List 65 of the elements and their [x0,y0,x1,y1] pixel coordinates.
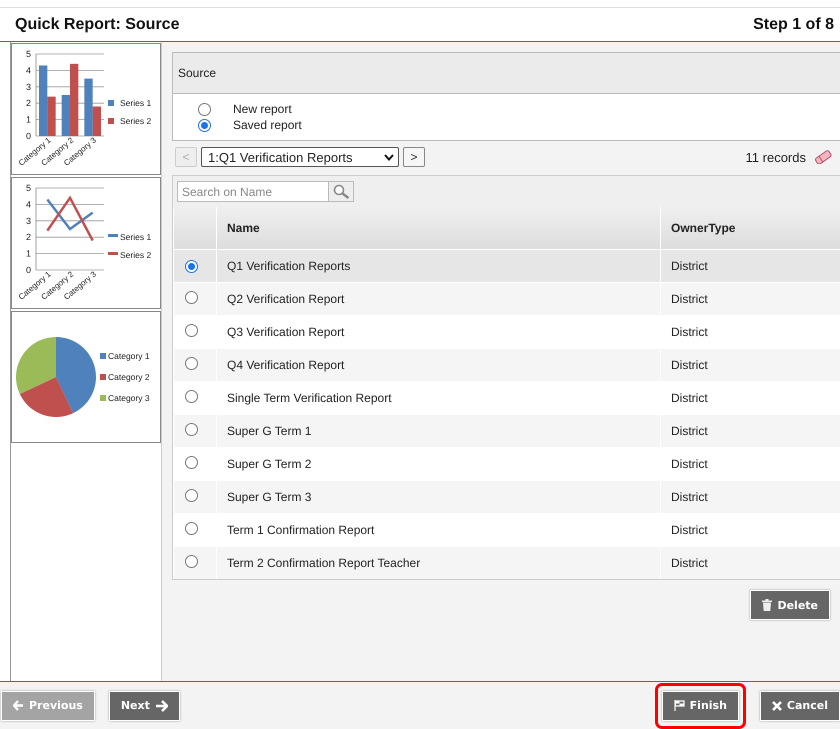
radio-button[interactable] [198,102,211,116]
tick-label: 4 [26,199,31,210]
tick-label: 3 [26,82,31,92]
legend-label: Series 2 [120,116,152,126]
section-heading: Source [178,66,216,80]
legend-label: Category 3 [108,393,150,403]
radio-button[interactable] [185,489,198,502]
table-cell: Term 2 Confirmation Report Teacher [216,546,660,579]
column-header[interactable]: Name [216,207,660,250]
arrow-right-icon [154,700,168,712]
cancel-button[interactable]: Cancel [760,690,840,720]
tick-label: 2 [26,98,31,108]
record-count: 11 records [746,150,806,164]
radio-button[interactable] [185,291,198,304]
legend-label: Series 1 [120,232,152,242]
radio-label[interactable]: Saved report [233,118,302,132]
legend-swatch [100,374,106,380]
tick-label: 5 [26,49,31,59]
tick-label: 5 [26,183,31,193]
close-icon [772,700,782,710]
chart-thumbnail[interactable]: Category 1 Category 2 Category 3 [11,311,161,443]
radio-button[interactable] [185,456,198,469]
radio-label[interactable]: New report [233,102,292,116]
step-indicator: Step 1 of 8 [753,16,834,34]
legend-swatch [108,118,114,124]
legend-label: Series 2 [120,250,152,260]
chevron-down-icon [384,154,394,160]
radio-button[interactable] [185,357,198,370]
tick-label: 4 [26,65,31,76]
radio-button[interactable] [185,390,198,403]
column-header[interactable]: OwnerType [660,207,840,250]
delete-button[interactable]: Delete [750,590,830,620]
legend-swatch [100,395,106,401]
radio-button[interactable] [185,555,198,568]
radio-button[interactable] [185,324,198,337]
tick-label: 2 [26,232,31,242]
legend-label: Series 1 [120,98,152,108]
tick-label: 1 [26,114,31,125]
next-page-button[interactable]: > [403,147,425,167]
trash-icon [762,599,772,611]
search-field[interactable]: Search on Name [177,181,329,202]
legend-label: Category 2 [108,372,150,382]
legend-swatch [108,252,118,255]
report-dropdown[interactable]: 1:Q1 Verification Reports [201,147,399,167]
arrow-left-icon [13,700,24,711]
radio-button[interactable] [185,522,198,535]
radio-button[interactable] [198,118,211,132]
tick-label: 3 [26,216,31,226]
next-button[interactable]: Next [108,690,180,720]
legend-swatch [108,100,114,106]
radio-button[interactable] [185,423,198,436]
legend-swatch [100,353,106,359]
eraser-icon[interactable] [814,150,832,164]
table-cell: District [660,546,840,579]
flag-icon [674,700,685,711]
finish-button[interactable]: Finish [662,690,739,720]
search-icon [332,184,350,199]
legend-label: Category 1 [108,351,150,361]
dialog-title: Quick Report: Source [15,16,180,34]
legend-swatch [108,234,118,237]
tick-label: 1 [26,248,31,259]
tick-label: 0 [26,131,31,141]
tick-label: 0 [26,265,31,275]
radio-button[interactable] [185,260,198,273]
search-button[interactable] [329,181,354,202]
